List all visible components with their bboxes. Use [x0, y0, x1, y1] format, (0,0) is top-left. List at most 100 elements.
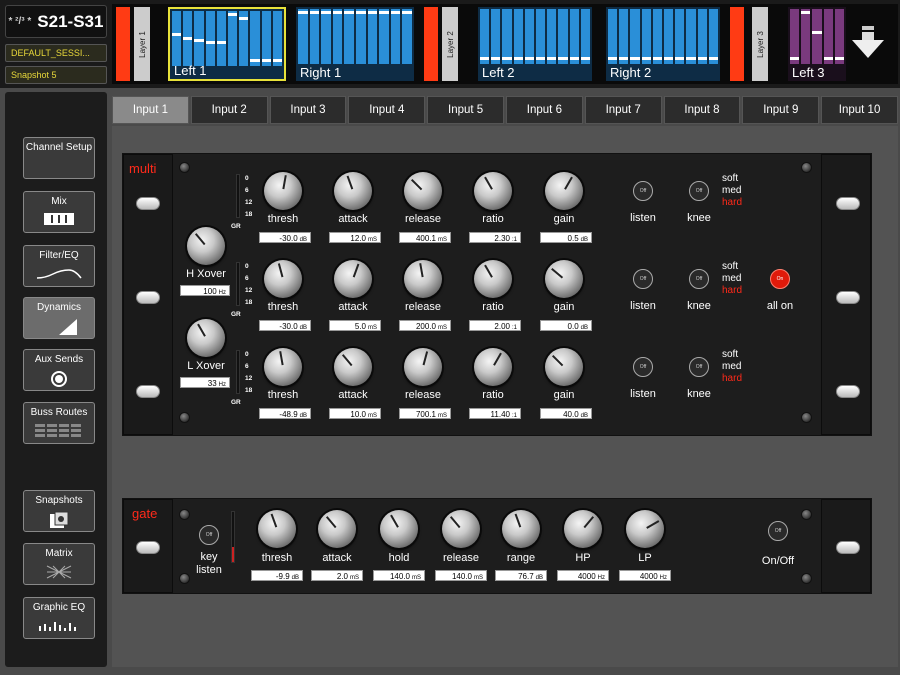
screw-icon	[179, 509, 190, 520]
h-xover-knob[interactable]	[187, 227, 225, 265]
gate-attack-knob[interactable]	[318, 510, 356, 548]
band-1-knee-options[interactable]: soft med hard	[722, 173, 742, 209]
tab-input-1[interactable]: Input 1	[112, 96, 189, 124]
gate-hp-value[interactable]: 4000 Hz	[557, 570, 609, 581]
gr-scale-label: GR	[231, 223, 241, 230]
band-3-thresh-value[interactable]: -48.9 dB	[259, 408, 311, 419]
band-3-knee-button[interactable]: Off	[689, 357, 709, 377]
band-2-attack-knob[interactable]	[334, 260, 372, 298]
band-1-ratio-value[interactable]: 2.30:1	[469, 232, 521, 243]
band-3-gain-knob[interactable]	[545, 348, 583, 386]
band-1-listen-button[interactable]: Off	[633, 181, 653, 201]
sidebar-item-dynamics[interactable]: Dynamics	[23, 297, 95, 339]
layer-3-left-group[interactable]: Left 3	[788, 7, 846, 81]
band-3-listen-button[interactable]: Off	[633, 357, 653, 377]
band-1-ratio-knob[interactable]	[474, 172, 512, 210]
all-on-button[interactable]: On	[770, 269, 790, 289]
layer-3-tab[interactable]: Layer 3	[752, 7, 768, 81]
band-2-attack-value[interactable]: 5.0 mS	[329, 320, 381, 331]
layer-1-right-group[interactable]: Right 1	[296, 7, 414, 81]
h-xover-label: H Xover	[186, 268, 226, 280]
band-1-attack-knob[interactable]	[334, 172, 372, 210]
gate-attack-value[interactable]: 2.0 mS	[311, 570, 363, 581]
band-3-thresh-knob[interactable]	[264, 348, 302, 386]
sidebar-item-label: Filter/EQ	[39, 250, 79, 261]
band-3-ratio-knob[interactable]	[474, 348, 512, 386]
band-2-release-value[interactable]: 200.0 mS	[399, 320, 451, 331]
gate-release-value[interactable]: 140.0 mS	[435, 570, 487, 581]
tab-input-7[interactable]: Input 7	[584, 96, 662, 124]
gate-onoff-button[interactable]: Off	[768, 521, 788, 541]
l-xover-value[interactable]: 33 Hz	[180, 377, 230, 388]
band-2-ratio-value[interactable]: 2.00:1	[469, 320, 521, 331]
band-3-knee-options[interactable]: soft med hard	[722, 349, 742, 385]
band-1-gain-value[interactable]: 0.5 dB	[540, 232, 592, 243]
sidebar-item-aux-sends[interactable]: Aux Sends	[23, 349, 95, 391]
band-2-knee-options[interactable]: soft med hard	[722, 261, 742, 297]
gate-lp-value[interactable]: 4000 Hz	[619, 570, 671, 581]
band-2-thresh-value[interactable]: -30.0 dB	[259, 320, 311, 331]
layer-2-tab[interactable]: Layer 2	[442, 7, 458, 81]
sidebar-item-snapshots[interactable]: Snapshots	[23, 490, 95, 532]
sidebar-item-graphic-eq[interactable]: Graphic EQ	[23, 597, 95, 639]
band-1-thresh-value[interactable]: -30.0 dB	[259, 232, 311, 243]
band-2-gain-knob[interactable]	[545, 260, 583, 298]
rack-handle	[136, 541, 160, 554]
l-xover-knob[interactable]	[187, 319, 225, 357]
layer-2-left-group[interactable]: Left 2	[478, 7, 592, 81]
tab-input-6[interactable]: Input 6	[505, 96, 583, 124]
sidebar-item-buss-routes[interactable]: Buss Routes	[23, 402, 95, 444]
layer-strip: Layer 1 Left 1 Right 1 Layer 2 Left 2 Ri…	[112, 4, 898, 84]
layer-1-left-group[interactable]: Left 1	[168, 7, 286, 81]
gate-thresh-value[interactable]: -9.9 dB	[251, 570, 303, 581]
band-3-attack-knob[interactable]	[334, 348, 372, 386]
band-3-release-knob[interactable]	[404, 348, 442, 386]
band-1-gain-knob[interactable]	[545, 172, 583, 210]
band-3-attack-value[interactable]: 10.0 mS	[329, 408, 381, 419]
tab-input-2[interactable]: Input 2	[190, 96, 268, 124]
key-listen-button[interactable]: Off	[199, 525, 219, 545]
tab-input-8[interactable]: Input 8	[663, 96, 741, 124]
band-1-release-knob[interactable]	[404, 172, 442, 210]
snapshot-name[interactable]: Snapshot 5	[5, 66, 107, 84]
tab-input-3[interactable]: Input 3	[269, 96, 347, 124]
sidebar-item-label: Channel Setup	[25, 142, 93, 153]
band-1-thresh-knob[interactable]	[264, 172, 302, 210]
band-2-thresh-knob[interactable]	[264, 260, 302, 298]
tab-input-9[interactable]: Input 9	[742, 96, 820, 124]
gate-range-knob[interactable]	[502, 510, 540, 548]
gate-lp-knob[interactable]	[626, 510, 664, 548]
gate-thresh-knob[interactable]	[258, 510, 296, 548]
band-1-attack-value[interactable]: 12.0 mS	[329, 232, 381, 243]
sidebar-item-matrix[interactable]: Matrix	[23, 543, 95, 585]
tab-input-4[interactable]: Input 4	[348, 96, 426, 124]
arrow-down-icon[interactable]	[848, 22, 888, 62]
band-3-gain-value[interactable]: 40.0 dB	[540, 408, 592, 419]
band-2-ratio-knob[interactable]	[474, 260, 512, 298]
tab-input-10[interactable]: Input 10	[821, 96, 898, 124]
band-1-release-value[interactable]: 400.1 mS	[399, 232, 451, 243]
sidebar-item-mix[interactable]: Mix	[23, 191, 95, 233]
tab-input-5[interactable]: Input 5	[427, 96, 504, 124]
band-2-listen-button[interactable]: Off	[633, 269, 653, 289]
layer-2-right-group[interactable]: Right 2	[606, 7, 720, 81]
band-3-release-value[interactable]: 700.1 mS	[399, 408, 451, 419]
band-2-listen-label: listen	[630, 300, 656, 312]
h-xover-value[interactable]: 100 Hz	[180, 285, 230, 296]
band-2-knee-button[interactable]: Off	[689, 269, 709, 289]
gate-release-knob[interactable]	[442, 510, 480, 548]
gate-hold-value[interactable]: 140.0 mS	[373, 570, 425, 581]
sidebar-item-channel-setup[interactable]: Channel Setup	[23, 137, 95, 179]
gate-hold-knob[interactable]	[380, 510, 418, 548]
band-1-listen-label: listen	[630, 212, 656, 224]
layer-3-marker	[730, 7, 744, 81]
band-2-gain-value[interactable]: 0.0 dB	[540, 320, 592, 331]
sidebar-item-filter-eq[interactable]: Filter/EQ	[23, 245, 95, 287]
band-3-ratio-value[interactable]: 11.40:1	[469, 408, 521, 419]
session-name[interactable]: DEFAULT_SESSI...	[5, 44, 107, 62]
gate-hp-knob[interactable]	[564, 510, 602, 548]
band-2-release-knob[interactable]	[404, 260, 442, 298]
layer-1-tab[interactable]: Layer 1	[134, 7, 150, 81]
gate-range-value[interactable]: 76.7 dB	[495, 570, 547, 581]
band-1-knee-button[interactable]: Off	[689, 181, 709, 201]
